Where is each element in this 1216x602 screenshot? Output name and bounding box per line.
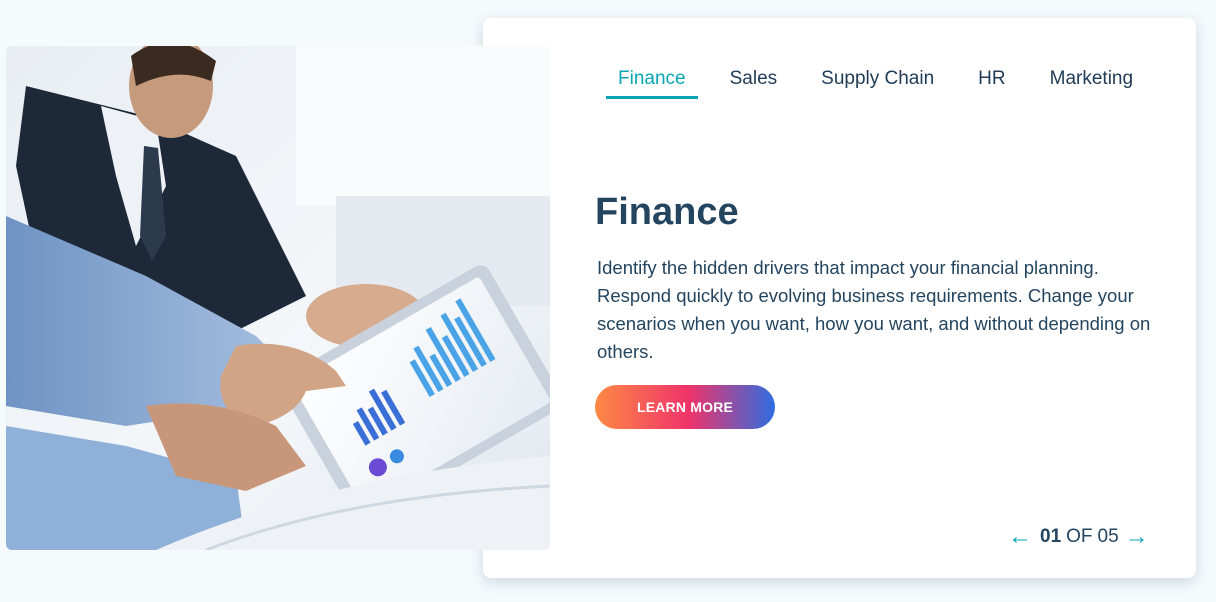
arrow-left-icon[interactable]: ← xyxy=(1008,525,1032,549)
tab-marketing[interactable]: Marketing xyxy=(1050,66,1133,99)
slide-pager: ← 01 OF 05 → xyxy=(1008,525,1149,549)
section-description: Identify the hidden drivers that impact … xyxy=(597,257,1151,362)
learn-more-button[interactable]: LEARN MORE xyxy=(595,385,775,429)
pager-current: 01 xyxy=(1040,526,1062,547)
pager-total: 05 xyxy=(1097,526,1119,547)
tab-supply-chain[interactable]: Supply Chain xyxy=(821,66,934,99)
tab-finance[interactable]: Finance xyxy=(606,66,698,99)
category-tabs: Finance Sales Supply Chain HR Marketing xyxy=(606,66,1133,99)
arrow-right-icon[interactable]: → xyxy=(1125,525,1149,549)
finance-feature-section: Finance Sales Supply Chain HR Marketing … xyxy=(0,0,1216,602)
tab-sales[interactable]: Sales xyxy=(730,66,778,99)
pager-of-label: OF xyxy=(1066,526,1093,547)
business-tablet-photo xyxy=(6,46,550,550)
section-title: Finance xyxy=(595,191,739,233)
tab-hr[interactable]: HR xyxy=(978,66,1005,99)
